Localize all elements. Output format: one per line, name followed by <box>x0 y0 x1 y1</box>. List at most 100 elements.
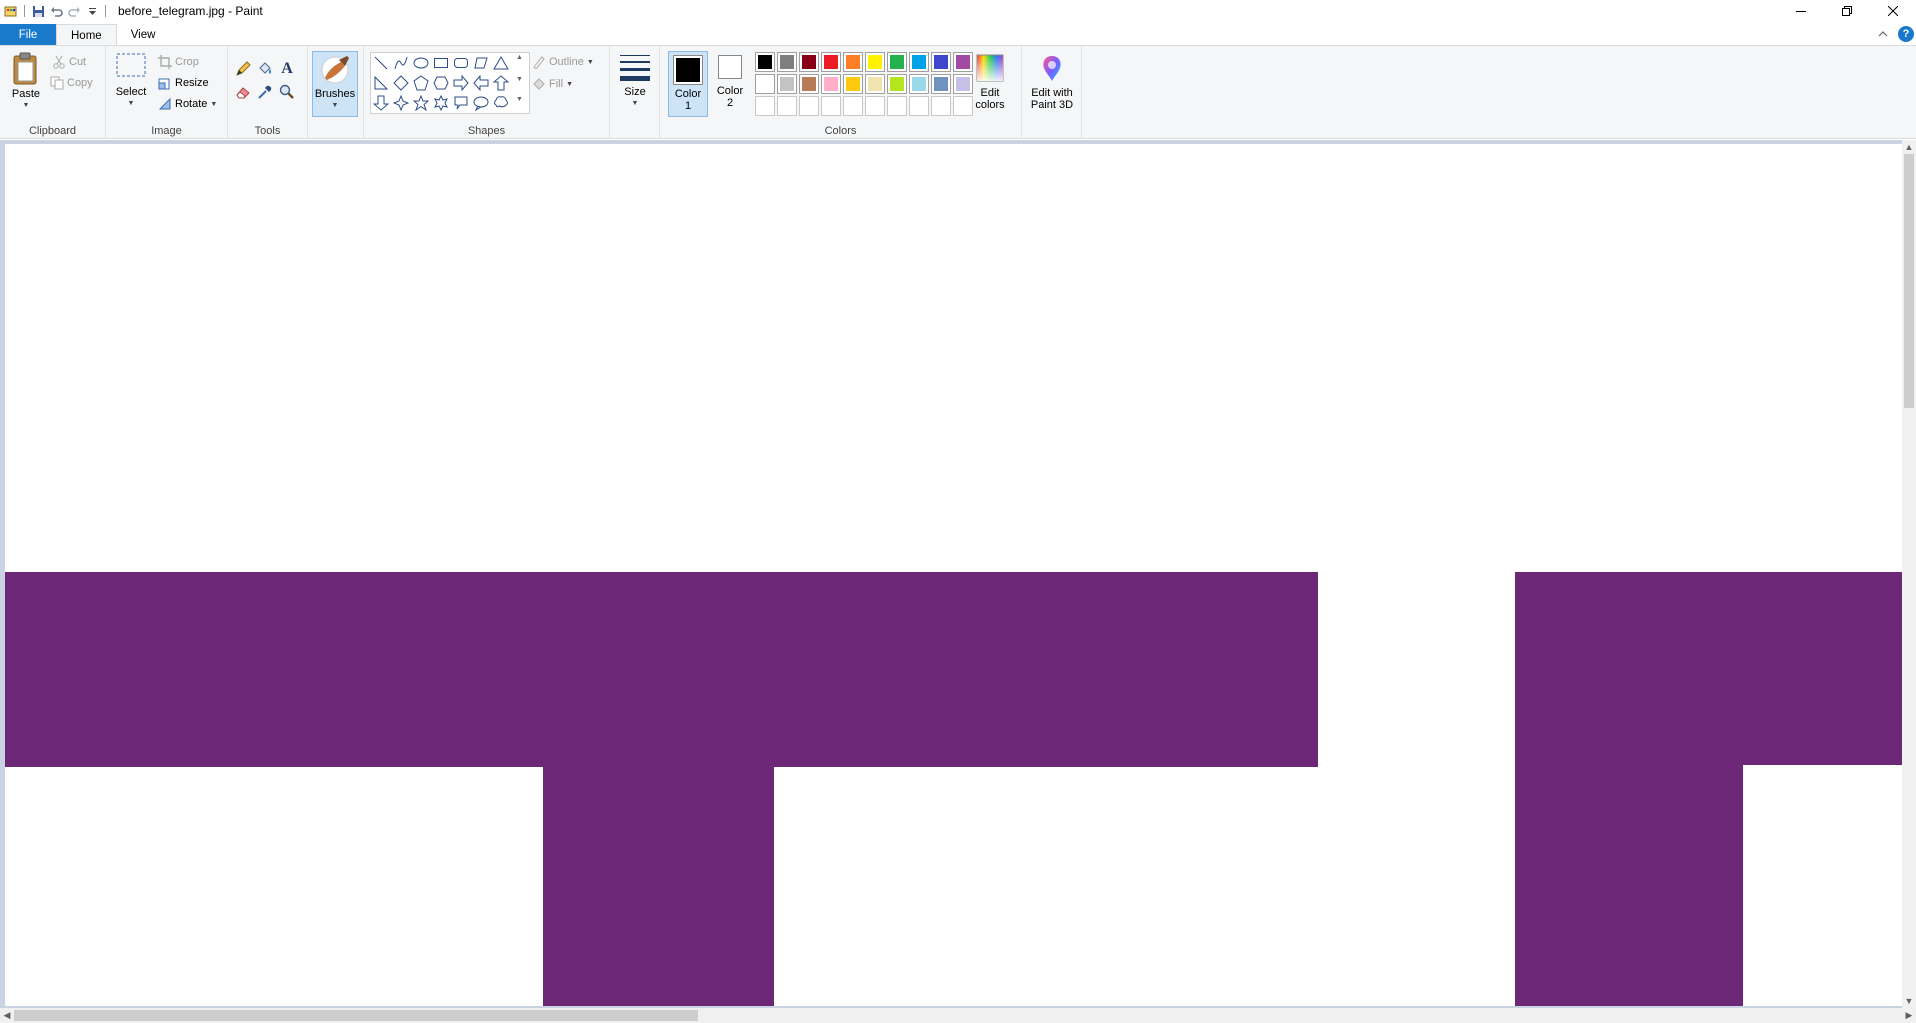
size-button[interactable]: Size ▼ <box>615 52 655 110</box>
customize-qat-icon[interactable] <box>83 2 101 20</box>
horizontal-scrollbar[interactable]: ◀ ▶ <box>0 1008 1916 1023</box>
oval-shape-icon[interactable] <box>412 54 430 72</box>
paste-dropdown-icon[interactable]: ▼ <box>23 100 30 112</box>
palette-color-swatch[interactable] <box>755 74 775 94</box>
fill-button[interactable]: Fill ▼ <box>532 74 573 94</box>
paste-button[interactable]: Paste ▼ <box>8 52 44 112</box>
palette-color-swatch[interactable] <box>777 52 797 72</box>
size-dropdown-icon[interactable]: ▼ <box>632 98 639 110</box>
scroll-left-arrow-icon[interactable]: ◀ <box>0 1008 14 1022</box>
fill-bucket-icon[interactable] <box>256 60 274 78</box>
palette-color-swatch[interactable] <box>909 52 929 72</box>
hexagon-shape-icon[interactable] <box>432 74 450 92</box>
right-arrow-shape-icon[interactable] <box>452 74 470 92</box>
rounded-rectangle-shape-icon[interactable] <box>452 54 470 72</box>
palette-swatch-fill <box>758 77 772 91</box>
pencil-icon[interactable] <box>234 60 252 78</box>
eraser-icon[interactable] <box>234 83 252 101</box>
cut-button[interactable]: Cut <box>52 52 86 72</box>
diamond-shape-icon[interactable] <box>392 74 410 92</box>
select-button[interactable]: Select ▼ <box>114 50 148 110</box>
vertical-scroll-thumb[interactable] <box>1904 154 1914 408</box>
edit-colors-button[interactable]: Edit colors <box>970 53 1010 111</box>
rounded-callout-shape-icon[interactable] <box>452 94 470 112</box>
copy-button[interactable]: Copy <box>50 73 93 93</box>
left-arrow-shape-icon[interactable] <box>472 74 490 92</box>
brushes-button[interactable]: Brushes ▼ <box>312 51 358 117</box>
palette-color-swatch[interactable] <box>799 74 819 94</box>
save-icon[interactable] <box>29 2 47 20</box>
color-picker-icon[interactable] <box>256 83 274 101</box>
close-button[interactable] <box>1870 0 1916 22</box>
palette-custom-slot[interactable] <box>887 96 907 116</box>
palette-color-swatch[interactable] <box>887 74 907 94</box>
palette-color-swatch[interactable] <box>865 74 885 94</box>
help-icon[interactable]: ? <box>1898 26 1914 42</box>
drawing-canvas[interactable] <box>5 144 1903 1006</box>
four-point-star-shape-icon[interactable] <box>392 94 410 112</box>
rotate-button[interactable]: Rotate ▼ <box>158 94 217 114</box>
undo-icon[interactable] <box>47 2 65 20</box>
minimize-button[interactable] <box>1778 0 1824 22</box>
vertical-scrollbar[interactable]: ▲ ▼ <box>1902 140 1916 1008</box>
curve-shape-icon[interactable] <box>392 54 410 72</box>
palette-color-swatch[interactable] <box>909 74 929 94</box>
right-triangle-shape-icon[interactable] <box>372 74 390 92</box>
tab-home[interactable]: Home <box>56 24 117 46</box>
tab-file[interactable]: File <box>0 24 56 46</box>
oval-callout-shape-icon[interactable] <box>472 94 490 112</box>
scroll-up-arrow-icon[interactable]: ▲ <box>1902 140 1916 154</box>
shapes-expand-icon[interactable]: ▼ <box>516 96 523 103</box>
select-dropdown-icon[interactable]: ▼ <box>128 98 135 110</box>
palette-custom-slot[interactable] <box>865 96 885 116</box>
paint-app-icon[interactable] <box>2 2 20 20</box>
restore-button[interactable] <box>1824 0 1870 22</box>
palette-custom-slot[interactable] <box>821 96 841 116</box>
palette-custom-slot[interactable] <box>931 96 951 116</box>
shapes-scroll-up-icon[interactable]: ▲ <box>516 54 523 61</box>
redo-icon[interactable] <box>65 2 83 20</box>
palette-color-swatch[interactable] <box>821 74 841 94</box>
color2-button[interactable]: Color 2 <box>712 55 748 109</box>
triangle-shape-icon[interactable] <box>492 54 510 72</box>
six-point-star-shape-icon[interactable] <box>432 94 450 112</box>
palette-color-swatch[interactable] <box>931 74 951 94</box>
palette-custom-slot[interactable] <box>755 96 775 116</box>
palette-color-swatch[interactable] <box>843 52 863 72</box>
rotate-dropdown-icon[interactable]: ▼ <box>210 101 217 108</box>
outline-button[interactable]: Outline ▼ <box>532 52 594 72</box>
palette-custom-slot[interactable] <box>777 96 797 116</box>
palette-color-swatch[interactable] <box>887 52 907 72</box>
scroll-right-arrow-icon[interactable]: ▶ <box>1902 1008 1916 1022</box>
tab-view[interactable]: View <box>117 24 170 46</box>
cloud-callout-shape-icon[interactable] <box>492 94 510 112</box>
polygon-shape-icon[interactable] <box>472 54 490 72</box>
brushes-dropdown-icon[interactable]: ▼ <box>332 100 339 112</box>
palette-custom-slot[interactable] <box>799 96 819 116</box>
palette-color-swatch[interactable] <box>843 74 863 94</box>
palette-custom-slot[interactable] <box>843 96 863 116</box>
down-arrow-shape-icon[interactable] <box>372 94 390 112</box>
palette-custom-slot[interactable] <box>909 96 929 116</box>
up-arrow-shape-icon[interactable] <box>492 74 510 92</box>
palette-color-swatch[interactable] <box>931 52 951 72</box>
palette-color-swatch[interactable] <box>755 52 775 72</box>
magnifier-icon[interactable] <box>278 83 296 101</box>
palette-color-swatch[interactable] <box>865 52 885 72</box>
palette-color-swatch[interactable] <box>777 74 797 94</box>
minimize-ribbon-icon[interactable] <box>1878 30 1888 38</box>
five-point-star-shape-icon[interactable] <box>412 94 430 112</box>
palette-color-swatch[interactable] <box>799 52 819 72</box>
rectangle-shape-icon[interactable] <box>432 54 450 72</box>
color1-button[interactable]: Color 1 <box>668 51 708 117</box>
pentagon-shape-icon[interactable] <box>412 74 430 92</box>
palette-color-swatch[interactable] <box>821 52 841 72</box>
edit-with-paint3d-button[interactable]: Edit with Paint 3D <box>1025 53 1079 111</box>
horizontal-scroll-thumb[interactable] <box>14 1010 698 1021</box>
resize-button[interactable]: Resize <box>158 73 209 93</box>
text-icon[interactable]: A <box>278 60 296 78</box>
crop-button[interactable]: Crop <box>158 52 199 72</box>
line-shape-icon[interactable] <box>372 54 390 72</box>
shapes-scroll-down-icon[interactable]: ▼ <box>516 76 523 83</box>
scroll-down-arrow-icon[interactable]: ▼ <box>1902 994 1916 1008</box>
